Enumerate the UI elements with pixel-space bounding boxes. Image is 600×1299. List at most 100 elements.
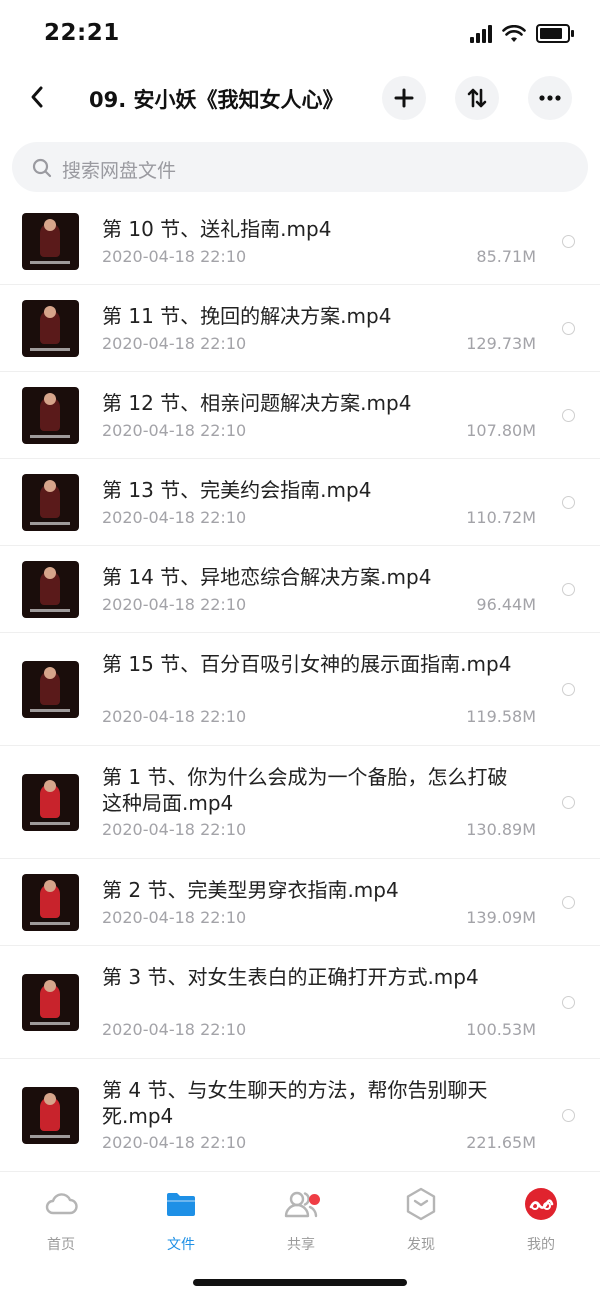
file-row[interactable]: 第 4 节、与女生聊天的方法，帮你告别聊天死.mp4 2020-04-18 22:… (0, 1059, 600, 1172)
nav-header: 09. 安小妖《我知女人心》 (0, 72, 600, 124)
file-name: 第 14 节、异地恋综合解决方案.mp4 (102, 565, 432, 589)
file-name: 第 1 节、你为什么会成为一个备胎，怎么打破这种局面.mp4 (102, 765, 508, 815)
file-name: 第 15 节、百分百吸引女神的展示面指南.mp4 (102, 652, 512, 676)
video-thumbnail (22, 661, 79, 718)
tab-files[interactable]: 文件 (141, 1186, 221, 1254)
select-radio[interactable] (562, 1109, 575, 1122)
thumbnail-caption (30, 261, 70, 264)
discover-icon (406, 1187, 436, 1221)
search-icon (32, 158, 52, 178)
thumbnail-head (44, 880, 56, 892)
select-radio[interactable] (562, 996, 575, 1009)
tab-label-profile: 我的 (527, 1237, 555, 1253)
more-button[interactable] (528, 76, 572, 120)
file-size: 119.58M (466, 707, 536, 726)
file-row[interactable]: 第 14 节、异地恋综合解决方案.mp4 2020-04-18 22:10 96.4… (0, 546, 600, 633)
video-thumbnail (22, 561, 79, 618)
file-date: 2020-04-18 22:10 (102, 334, 247, 353)
file-name: 第 10 节、送礼指南.mp4 (102, 217, 332, 241)
tab-discover[interactable]: 发现 (381, 1186, 461, 1254)
file-name: 第 11 节、挽回的解决方案.mp4 (102, 304, 392, 328)
back-button[interactable] (20, 80, 54, 114)
thumbnail-caption (30, 435, 70, 438)
select-radio[interactable] (562, 322, 575, 335)
file-name: 第 3 节、对女生表白的正确打开方式.mp4 (102, 965, 479, 989)
file-row[interactable]: 第 12 节、相亲问题解决方案.mp4 2020-04-18 22:10 107.8… (0, 372, 600, 459)
select-radio[interactable] (562, 409, 575, 422)
file-row[interactable]: 第 10 节、送礼指南.mp4 2020-04-18 22:10 85.71M (0, 198, 600, 285)
page-title: 09. 安小妖《我知女人心》 (89, 88, 344, 112)
video-thumbnail (22, 874, 79, 931)
add-button[interactable] (382, 76, 426, 120)
tab-profile[interactable]: 我的 (501, 1186, 581, 1254)
file-row[interactable]: 第 1 节、你为什么会成为一个备胎，怎么打破这种局面.mp4 2020-04-18… (0, 746, 600, 859)
video-thumbnail (22, 300, 79, 357)
cloud-icon (45, 1193, 78, 1215)
file-row[interactable]: 第 3 节、对女生表白的正确打开方式.mp4 2020-04-18 22:10 10… (0, 946, 600, 1059)
home-indicator (193, 1279, 407, 1286)
status-bar: 22:21 (0, 0, 600, 72)
thumbnail-head (44, 480, 56, 492)
file-row[interactable]: 第 13 节、完美约会指南.mp4 2020-04-18 22:10 110.72M (0, 459, 600, 546)
sort-button[interactable] (455, 76, 499, 120)
wifi-icon (502, 24, 526, 42)
tab-label-files: 文件 (167, 1237, 195, 1253)
thumbnail-caption (30, 609, 70, 612)
file-list: 第 10 节、送礼指南.mp4 2020-04-18 22:10 85.71M 第 1… (0, 198, 600, 1172)
chevron-left-icon (31, 86, 43, 108)
video-thumbnail (22, 387, 79, 444)
thumbnail-head (44, 567, 56, 579)
file-size: 85.71M (476, 247, 536, 266)
thumbnail-caption (30, 709, 70, 712)
tab-share[interactable]: 共享 (261, 1186, 341, 1254)
thumbnail-caption (30, 348, 70, 351)
thumbnail-head (44, 1093, 56, 1105)
video-thumbnail (22, 1087, 79, 1144)
file-date: 2020-04-18 22:10 (102, 508, 247, 527)
thumbnail-caption (30, 922, 70, 925)
file-date: 2020-04-18 22:10 (102, 421, 247, 440)
plus-icon (394, 88, 414, 108)
file-name: 第 4 节、与女生聊天的方法，帮你告别聊天死.mp4 (102, 1078, 488, 1128)
file-date: 2020-04-18 22:10 (102, 820, 247, 839)
file-name: 第 12 节、相亲问题解决方案.mp4 (102, 391, 412, 415)
select-radio[interactable] (562, 235, 575, 248)
thumbnail-head (44, 393, 56, 405)
folder-icon (167, 1193, 195, 1216)
video-thumbnail (22, 974, 79, 1031)
file-size: 96.44M (476, 595, 536, 614)
sort-arrows-icon (467, 88, 487, 108)
select-radio[interactable] (562, 496, 575, 509)
notification-badge (309, 1194, 320, 1205)
select-radio[interactable] (562, 583, 575, 596)
file-date: 2020-04-18 22:10 (102, 908, 247, 927)
file-size: 110.72M (466, 508, 536, 527)
file-row[interactable]: 第 15 节、百分百吸引女神的展示面指南.mp4 2020-04-18 22:10… (0, 633, 600, 746)
status-time: 22:21 (44, 20, 120, 46)
file-size: 129.73M (466, 334, 536, 353)
select-radio[interactable] (562, 796, 575, 809)
file-name: 第 13 节、完美约会指南.mp4 (102, 478, 372, 502)
more-dots-icon (539, 95, 561, 101)
select-radio[interactable] (562, 896, 575, 909)
tab-label-share: 共享 (287, 1237, 315, 1253)
tab-label-home: 首页 (47, 1237, 75, 1253)
file-date: 2020-04-18 22:10 (102, 1020, 247, 1039)
tab-label-discover: 发现 (407, 1237, 435, 1253)
file-row[interactable]: 第 11 节、挽回的解决方案.mp4 2020-04-18 22:10 129.73… (0, 285, 600, 372)
select-radio[interactable] (562, 683, 575, 696)
file-size: 139.09M (466, 908, 536, 927)
file-size: 100.53M (466, 1020, 536, 1039)
tab-home[interactable]: 首页 (21, 1186, 101, 1254)
thumbnail-head (44, 667, 56, 679)
search-placeholder: 搜索网盘文件 (62, 160, 177, 182)
thumbnail-head (44, 306, 56, 318)
file-row[interactable]: 第 2 节、完美型男穿衣指南.mp4 2020-04-18 22:10 139.09… (0, 859, 600, 946)
search-input[interactable]: 搜索网盘文件 (12, 142, 588, 192)
thumbnail-head (44, 780, 56, 792)
video-thumbnail (22, 213, 79, 270)
status-icons (470, 24, 574, 43)
file-date: 2020-04-18 22:10 (102, 1133, 247, 1152)
video-thumbnail (22, 774, 79, 831)
file-date: 2020-04-18 22:10 (102, 707, 247, 726)
